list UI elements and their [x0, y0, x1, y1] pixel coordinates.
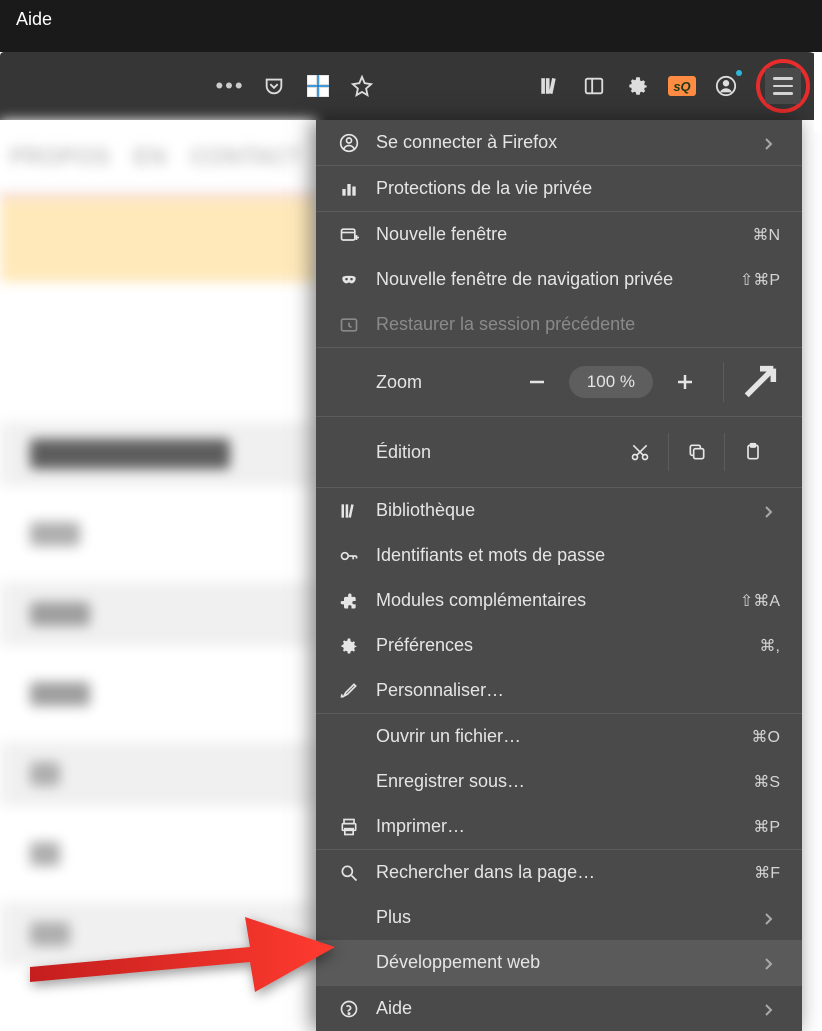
key-icon: [338, 545, 360, 567]
page-actions-icon[interactable]: •••: [210, 66, 250, 106]
menu-find-kbd: ⌘F: [754, 863, 780, 883]
menu-help-label: Aide: [376, 998, 748, 1019]
menu-new-window-label: Nouvelle fenêtre: [376, 224, 736, 245]
gear-icon[interactable]: [618, 66, 658, 106]
white-strip-decoration: [814, 52, 822, 132]
chevron-right-icon: [764, 955, 780, 971]
library-icon[interactable]: [530, 66, 570, 106]
gear-icon: [338, 635, 360, 657]
sq-extension-icon[interactable]: sQ: [662, 66, 702, 106]
menu-addons-kbd: ⇧⌘A: [740, 591, 780, 611]
mask-icon: [338, 269, 360, 291]
hamburger-menu-panel: Se connecter à Firefox Protections de la…: [316, 120, 802, 1031]
page-content-blurred: PROPOS EN CONTACT: [0, 120, 316, 1006]
bookmark-star-icon[interactable]: [342, 66, 382, 106]
paste-button[interactable]: [724, 433, 780, 471]
windows-flag-icon[interactable]: [298, 66, 338, 106]
chart-icon: [338, 178, 360, 200]
zoom-out-button[interactable]: [517, 362, 557, 402]
menu-open-file-kbd: ⌘O: [752, 727, 780, 747]
library-icon: [338, 500, 360, 522]
menu-addons-label: Modules complémentaires: [376, 590, 724, 611]
chevron-right-icon: [764, 1001, 780, 1017]
menu-private-window-label: Nouvelle fenêtre de navigation privée: [376, 269, 724, 290]
fullscreen-button[interactable]: [740, 362, 780, 402]
restore-icon: [338, 314, 360, 336]
menu-library[interactable]: Bibliothèque: [316, 488, 802, 533]
search-icon: [338, 862, 360, 884]
menu-save-as-label: Enregistrer sous…: [376, 771, 737, 792]
menu-prefs-kbd: ⌘,: [760, 636, 780, 656]
menu-logins-label: Identifiants et mots de passe: [376, 545, 780, 566]
chevron-right-icon: [764, 135, 780, 151]
nav-contact[interactable]: CONTACT: [191, 144, 303, 170]
menu-print-kbd: ⌘P: [753, 817, 780, 837]
chevron-right-icon: [764, 503, 780, 519]
menu-save-as[interactable]: Enregistrer sous… ⌘S: [316, 759, 802, 804]
menu-save-as-kbd: ⌘S: [753, 772, 780, 792]
nav-propos[interactable]: PROPOS: [10, 144, 110, 170]
zoom-label: Zoom: [338, 372, 505, 393]
zoom-in-button[interactable]: [665, 362, 705, 402]
puzzle-icon: [338, 590, 360, 612]
menu-edit-row: Édition: [316, 417, 802, 487]
menu-webdev-label: Développement web: [376, 952, 748, 973]
cut-button[interactable]: [612, 433, 668, 471]
edit-label: Édition: [338, 442, 612, 463]
hamburger-circle-annotation: [756, 59, 810, 113]
menu-private-window[interactable]: Nouvelle fenêtre de navigation privée ⇧⌘…: [316, 257, 802, 302]
menu-webdev[interactable]: Développement web: [316, 940, 802, 985]
chevron-right-icon: [764, 910, 780, 926]
menu-find[interactable]: Rechercher dans la page… ⌘F: [316, 850, 802, 895]
browser-toolbar: ••• sQ: [0, 52, 822, 120]
menu-new-window-kbd: ⌘N: [752, 225, 780, 245]
menu-restore-session-label: Restaurer la session précédente: [376, 314, 780, 335]
zoom-value[interactable]: 100 %: [569, 366, 653, 398]
pocket-icon[interactable]: [254, 66, 294, 106]
menu-library-label: Bibliothèque: [376, 500, 748, 521]
menu-find-label: Rechercher dans la page…: [376, 862, 738, 883]
help-icon: [338, 998, 360, 1020]
menu-privacy-label: Protections de la vie privée: [376, 178, 780, 199]
window-plus-icon: [338, 224, 360, 246]
menu-prefs[interactable]: Préférences ⌘,: [316, 623, 802, 668]
titlebar: Aide: [0, 0, 822, 38]
menu-print-label: Imprimer…: [376, 816, 737, 837]
menu-signin[interactable]: Se connecter à Firefox: [316, 120, 802, 165]
menu-prefs-label: Préférences: [376, 635, 744, 656]
menu-customize-label: Personnaliser…: [376, 680, 780, 701]
copy-button[interactable]: [668, 433, 724, 471]
hamburger-menu-button[interactable]: [765, 68, 801, 104]
menu-open-file-label: Ouvrir un fichier…: [376, 726, 736, 747]
sidebar-icon[interactable]: [574, 66, 614, 106]
menu-restore-session: Restaurer la session précédente: [316, 302, 802, 347]
titlebar-title: Aide: [16, 9, 52, 30]
printer-icon: [338, 816, 360, 838]
paintbrush-icon: [338, 680, 360, 702]
menu-new-window[interactable]: Nouvelle fenêtre ⌘N: [316, 212, 802, 257]
menu-open-file[interactable]: Ouvrir un fichier… ⌘O: [316, 714, 802, 759]
user-circle-icon: [338, 132, 360, 154]
tabs-strip: [0, 38, 822, 52]
menu-private-window-kbd: ⇧⌘P: [740, 270, 780, 290]
menu-zoom-row: Zoom 100 %: [316, 348, 802, 416]
menu-addons[interactable]: Modules complémentaires ⇧⌘A: [316, 578, 802, 623]
menu-print[interactable]: Imprimer… ⌘P: [316, 804, 802, 849]
menu-more-label: Plus: [376, 907, 748, 928]
nav-en[interactable]: EN: [134, 144, 167, 170]
menu-signin-label: Se connecter à Firefox: [376, 132, 748, 153]
menu-customize[interactable]: Personnaliser…: [316, 668, 802, 713]
profile-icon[interactable]: [706, 66, 746, 106]
menu-more[interactable]: Plus: [316, 895, 802, 940]
menu-logins[interactable]: Identifiants et mots de passe: [316, 533, 802, 578]
menu-privacy[interactable]: Protections de la vie privée: [316, 166, 802, 211]
menu-help[interactable]: Aide: [316, 986, 802, 1031]
